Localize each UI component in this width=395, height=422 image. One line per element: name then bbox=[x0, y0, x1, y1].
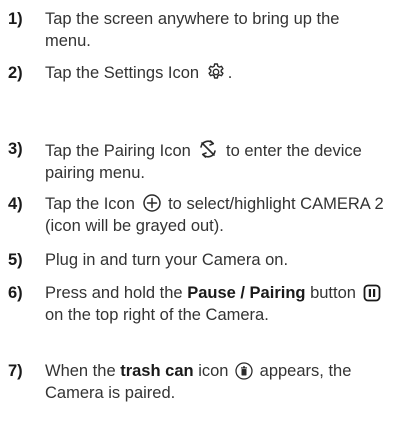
step-number: 3) bbox=[8, 140, 23, 158]
step-text: Press and hold the Pause / Pairing butto… bbox=[45, 282, 388, 326]
step-text-bold: Pause / Pairing bbox=[187, 284, 306, 302]
step-text: Plug in and turn your Camera on. bbox=[45, 249, 388, 271]
step-text: When the trash can icon appears, the Cam… bbox=[45, 360, 388, 404]
step-text: Tap the Settings Icon . bbox=[45, 62, 388, 84]
step-4: 4) Tap the Icon to select/highlight CAME… bbox=[8, 193, 388, 237]
step-text-b: icon bbox=[198, 362, 229, 380]
step-5: 5) Plug in and turn your Camera on. bbox=[8, 249, 388, 271]
step-text: Tap the screen anywhere to bring up the … bbox=[45, 8, 388, 52]
step-text: Tap the Icon to select/highlight CAMERA … bbox=[45, 193, 388, 237]
step-text-a: Tap the Pairing Icon bbox=[45, 142, 191, 160]
trash-can-icon bbox=[235, 362, 253, 380]
step-text-a: Press and hold the bbox=[45, 284, 183, 302]
step-text-a: Tap the Icon bbox=[45, 195, 135, 213]
step-1: 1) Tap the screen anywhere to bring up t… bbox=[8, 8, 388, 52]
step-text-b: button bbox=[310, 284, 356, 302]
gear-icon bbox=[206, 62, 226, 82]
step-number: 6) bbox=[8, 284, 23, 302]
step-number: 5) bbox=[8, 251, 23, 269]
step-text-bold: trash can bbox=[120, 362, 194, 380]
step-number: 2) bbox=[8, 64, 23, 82]
step-number: 1) bbox=[8, 10, 23, 28]
step-6: 6) Press and hold the Pause / Pairing bu… bbox=[8, 282, 388, 326]
step-number: 7) bbox=[8, 362, 23, 380]
step-text: Tap the Pairing Icon to enter the device… bbox=[45, 138, 388, 184]
step-text-a: Tap the screen anywhere to bring up the … bbox=[45, 10, 340, 50]
pairing-instructions: 1) Tap the screen anywhere to bring up t… bbox=[0, 0, 395, 422]
step-2: 2) Tap the Settings Icon . bbox=[8, 62, 388, 84]
step-number: 4) bbox=[8, 195, 23, 213]
pause-button-icon bbox=[363, 284, 381, 302]
step-text-b: . bbox=[227, 64, 233, 82]
step-3: 3) Tap the Pairing Icon to enter the dev… bbox=[8, 138, 388, 184]
step-text-a: Tap the Settings Icon bbox=[45, 64, 200, 82]
pairing-arrows-icon bbox=[197, 138, 219, 160]
step-text-a: When the bbox=[45, 362, 116, 380]
step-text-c: on the top right of the Camera. bbox=[45, 306, 269, 324]
step-text-a: Plug in and turn your Camera on. bbox=[45, 251, 289, 269]
plus-circle-icon bbox=[142, 193, 162, 213]
step-7: 7) When the trash can icon appears, the … bbox=[8, 360, 388, 404]
